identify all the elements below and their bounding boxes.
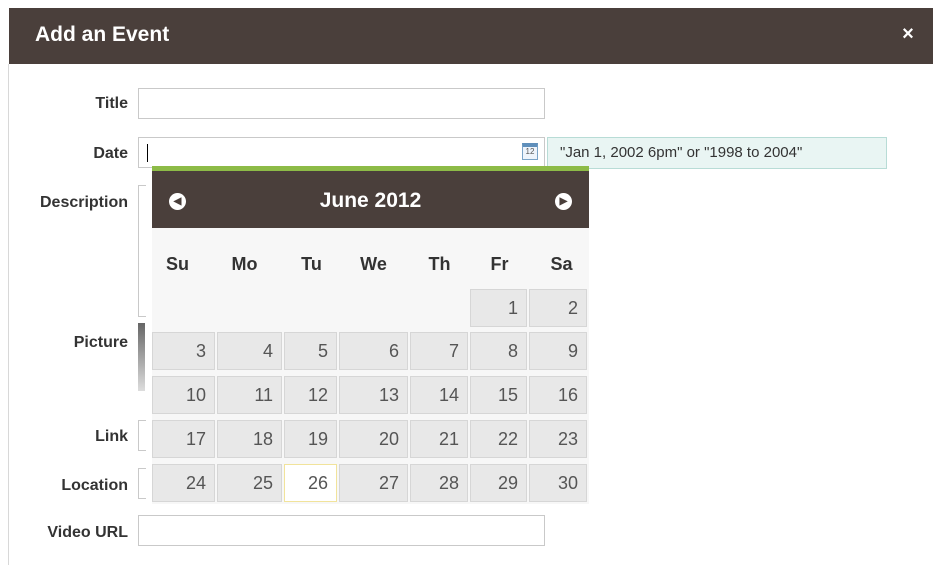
location-label: Location bbox=[61, 477, 128, 494]
calendar-day[interactable]: 28 bbox=[410, 464, 468, 502]
calendar-day-today[interactable]: 26 bbox=[284, 464, 337, 502]
calendar-day[interactable]: 16 bbox=[529, 376, 587, 414]
link-label: Link bbox=[95, 428, 128, 445]
calendar-day[interactable]: 13 bbox=[339, 376, 408, 414]
calendar-day[interactable]: 24 bbox=[152, 464, 215, 502]
calendar-header: ◀ June 2012 ▶ bbox=[152, 171, 589, 228]
weekday-label: Sa bbox=[550, 254, 573, 274]
link-input[interactable] bbox=[138, 420, 146, 451]
weekday-label: We bbox=[360, 254, 387, 274]
calendar-day[interactable]: 12 bbox=[284, 376, 337, 414]
calendar-icon[interactable]: 12 bbox=[522, 143, 538, 160]
calendar-day[interactable]: 14 bbox=[410, 376, 468, 414]
calendar-day[interactable]: 30 bbox=[529, 464, 587, 502]
calendar-day[interactable]: 29 bbox=[470, 464, 527, 502]
description-label: Description bbox=[39, 194, 128, 211]
calendar-day[interactable]: 11 bbox=[217, 376, 282, 414]
picture-label: Picture bbox=[73, 334, 128, 351]
calendar-day[interactable]: 6 bbox=[339, 332, 408, 370]
weekday-label: Tu bbox=[301, 254, 322, 274]
calendar-day[interactable]: 15 bbox=[470, 376, 527, 414]
date-input[interactable]: 12 bbox=[138, 137, 545, 168]
weekday-label: Mo bbox=[231, 254, 258, 274]
video-url-label: Video URL bbox=[47, 524, 128, 541]
close-icon[interactable]: × bbox=[900, 24, 916, 44]
calendar-day[interactable]: 19 bbox=[284, 420, 337, 458]
title-input[interactable] bbox=[138, 88, 545, 119]
dialog-title: Add an Event bbox=[35, 23, 170, 46]
calendar-day[interactable]: 7 bbox=[410, 332, 468, 370]
calendar-day[interactable]: 3 bbox=[152, 332, 215, 370]
calendar-day[interactable]: 27 bbox=[339, 464, 408, 502]
location-input[interactable] bbox=[138, 468, 146, 499]
calendar-day[interactable]: 9 bbox=[529, 332, 587, 370]
calendar-day[interactable]: 25 bbox=[217, 464, 282, 502]
date-picker: ◀ June 2012 ▶ Su Mo Tu We Th Fr Sa 1 2 3… bbox=[152, 166, 589, 504]
calendar-day[interactable]: 2 bbox=[529, 289, 587, 327]
description-textarea[interactable] bbox=[138, 185, 146, 317]
calendar-day[interactable]: 21 bbox=[410, 420, 468, 458]
text-caret bbox=[147, 144, 148, 162]
calendar-day[interactable]: 17 bbox=[152, 420, 215, 458]
calendar-month-label: June 2012 bbox=[319, 189, 422, 212]
calendar-day[interactable]: 8 bbox=[470, 332, 527, 370]
next-month-icon[interactable]: ▶ bbox=[555, 193, 572, 210]
calendar-day[interactable]: 22 bbox=[470, 420, 527, 458]
dialog-titlebar: Add an Event × bbox=[9, 8, 933, 64]
date-hint: "Jan 1, 2002 6pm" or "1998 to 2004" bbox=[547, 137, 887, 169]
calendar-day[interactable]: 4 bbox=[217, 332, 282, 370]
calendar-day[interactable]: 1 bbox=[470, 289, 527, 327]
weekday-label: Fr bbox=[490, 254, 509, 274]
calendar-day[interactable]: 23 bbox=[529, 420, 587, 458]
picture-upload-button[interactable] bbox=[138, 323, 145, 391]
calendar-day[interactable]: 10 bbox=[152, 376, 215, 414]
calendar-day[interactable]: 5 bbox=[284, 332, 337, 370]
title-label: Title bbox=[95, 95, 128, 112]
date-label: Date bbox=[93, 145, 128, 162]
calendar-day[interactable]: 20 bbox=[339, 420, 408, 458]
video-url-input[interactable] bbox=[138, 515, 545, 546]
weekday-label: Su bbox=[165, 254, 189, 274]
calendar-day[interactable]: 18 bbox=[217, 420, 282, 458]
weekday-label: Th bbox=[428, 254, 451, 274]
